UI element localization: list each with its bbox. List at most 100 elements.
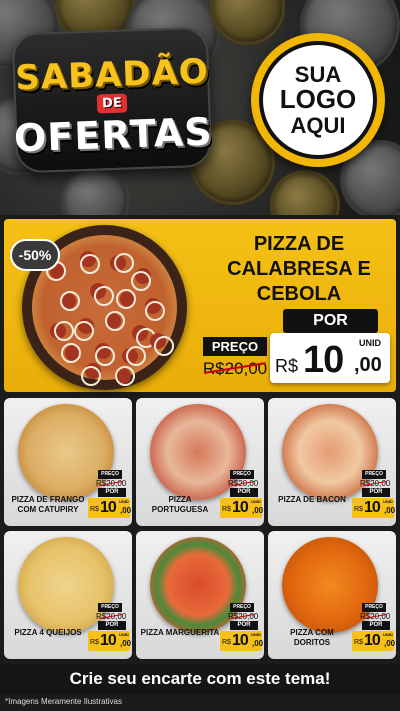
product-name: PIZZA DE BACON (278, 495, 346, 504)
price-integer: 10 (232, 499, 249, 516)
price-unit: UNID (383, 632, 393, 637)
coin-decoration (60, 165, 130, 215)
onion-topping (54, 321, 74, 341)
featured-name-line: CALABRESA E (227, 258, 371, 280)
preco-label: PREÇO (98, 470, 122, 479)
cta-banner[interactable]: Crie seu encarte com este tema! (0, 664, 400, 694)
title-de-label: DE (96, 93, 128, 114)
product-name: PIZZA PORTUGUESA (151, 495, 209, 514)
onion-topping (60, 291, 80, 311)
coin-decoration (270, 170, 340, 215)
por-label: POR (230, 488, 258, 497)
preco-label: PREÇO (230, 603, 254, 612)
por-label: POR (98, 621, 126, 630)
por-label: POR (230, 621, 258, 630)
preco-label: PREÇO (362, 470, 386, 479)
featured-name-line: PIZZA DE (253, 233, 345, 255)
logo-text-logo: LOGO (279, 84, 357, 115)
product-card[interactable]: PIZZA DE FRANGO COM CATUPIRY PREÇO R$20,00… (4, 398, 132, 526)
price-integer: 10 (364, 632, 381, 649)
price-tag: R$ 10,00 UNID (220, 631, 264, 651)
price-cents: ,00 (354, 354, 382, 376)
logo-placeholder: SUA LOGO AQUI (259, 41, 377, 159)
product-name: PIZZA MARGUERITA (140, 628, 220, 637)
preco-label: PREÇO (362, 603, 386, 612)
title-sabadao: SABADÃO (14, 51, 210, 99)
price-integer: 10 (100, 632, 117, 649)
price-tag: R$ 10,00 UNID (88, 631, 132, 651)
product-card[interactable]: PIZZA COM DORITOS PREÇO R$20,00 POR R$ 10,00 U… (268, 531, 396, 659)
price-cents: ,00 (252, 506, 264, 515)
onion-topping (61, 343, 81, 363)
price-integer: 10 (364, 499, 381, 516)
currency-symbol: R$ (222, 639, 231, 646)
currency-symbol: R$ (90, 639, 99, 646)
price-unit: UNID (251, 499, 261, 504)
onion-topping (80, 254, 100, 274)
price-integer: 10 (303, 339, 344, 381)
currency-symbol: R$ (354, 506, 363, 513)
featured-preco-label: PREÇO (203, 337, 267, 356)
footnote: *Imagens Meramente Ilustrativas (5, 697, 122, 706)
price-cents: ,00 (384, 506, 396, 515)
price-unit: UNID (251, 632, 261, 637)
old-price: R$20,00 (360, 612, 391, 621)
product-name: PIZZA COM DORITOS (290, 628, 334, 647)
onion-topping (115, 366, 135, 386)
onion-topping (126, 346, 146, 366)
price-unit: UNID (383, 499, 393, 504)
onion-topping (145, 301, 165, 321)
old-price: R$20,00 (96, 612, 127, 621)
price-tag: R$ 10,00 UNID (352, 631, 396, 651)
product-name: PIZZA 4 QUEIJOS (14, 628, 82, 637)
onion-topping (116, 289, 136, 309)
price-cents: ,00 (252, 639, 264, 648)
por-label: POR (362, 488, 390, 497)
product-card[interactable]: PIZZA MARGUERITA PREÇO R$20,00 POR R$ 10,00 UN… (136, 531, 264, 659)
currency-symbol: R$ (90, 506, 99, 513)
onion-topping (74, 321, 94, 341)
old-price: R$20,00 (360, 479, 391, 488)
por-label: POR (362, 621, 390, 630)
product-card[interactable]: PIZZA 4 QUEIJOS PREÇO R$20,00 POR R$ 10,00 UNI… (4, 531, 132, 659)
price-unit: UNID (119, 632, 129, 637)
price-cents: ,00 (120, 639, 132, 648)
old-price: R$20,00 (228, 479, 259, 488)
currency-symbol: R$ (354, 639, 363, 646)
old-price: R$20,00 (96, 479, 127, 488)
coin-decoration (210, 0, 285, 45)
onion-topping (95, 346, 115, 366)
featured-por-label: POR (283, 309, 378, 333)
price-cents: ,00 (120, 506, 132, 515)
logo-text-aqui: AQUI (290, 112, 346, 138)
logo-text-sua: SUA (294, 62, 342, 88)
onion-topping (114, 253, 134, 273)
product-name: PIZZA DE FRANGO COM CATUPIRY (11, 495, 85, 514)
featured-product-name: PIZZA DE CALABRESA E CEBOLA (210, 232, 388, 307)
price-tag: R$ 10,00 UNID (352, 498, 396, 518)
product-card[interactable]: PIZZA PORTUGUESA PREÇO R$20,00 POR R$ 10,00 UN… (136, 398, 264, 526)
discount-badge: -50% (10, 239, 60, 271)
preco-label: PREÇO (98, 603, 122, 612)
por-label: POR (98, 488, 126, 497)
onion-topping (81, 366, 101, 386)
featured-old-price: R$20,00 (200, 357, 270, 381)
price-tag: R$ 10,00 UNID (220, 498, 264, 518)
price-tag: R$ 10,00 UNID (88, 498, 132, 518)
product-card[interactable]: PIZZA DE BACON PREÇO R$20,00 POR R$ 10,00 UNID (268, 398, 396, 526)
price-integer: 10 (100, 499, 117, 516)
price-integer: 10 (232, 632, 249, 649)
preco-label: PREÇO (230, 470, 254, 479)
onion-topping (131, 271, 151, 291)
onion-topping (105, 311, 125, 331)
title-ofertas: OFERTAS (13, 109, 214, 161)
old-price: R$20,00 (228, 612, 259, 621)
currency-symbol: R$ (222, 506, 231, 513)
featured-name-line: CEBOLA (256, 283, 342, 305)
currency-symbol: R$ (275, 356, 299, 376)
price-cents: ,00 (384, 639, 396, 648)
onion-topping (94, 286, 114, 306)
price-unit: UNID (119, 499, 129, 504)
price-unit: UNID (359, 338, 381, 348)
onion-topping (154, 336, 174, 356)
